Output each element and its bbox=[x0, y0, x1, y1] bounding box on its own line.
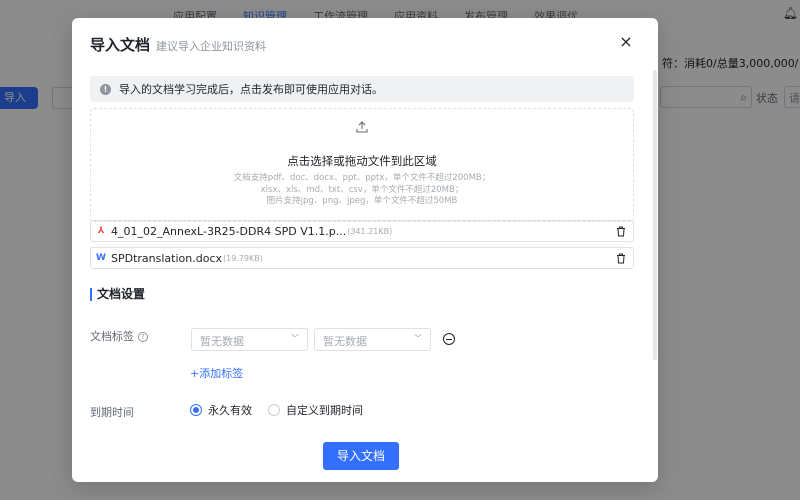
upload-hint-line: 文档支持pdf、doc、docx、ppt、pptx，单个文件不超过200MB； bbox=[233, 173, 491, 183]
file-size: (19.79KB) bbox=[223, 253, 263, 263]
modal-title: 导入文档 bbox=[90, 36, 151, 54]
expire-radio-group: 永久有效 自定义到期时间 bbox=[190, 402, 379, 418]
upload-dropzone[interactable]: 点击选择或拖动文件到此区域 文档支持pdf、doc、docx、ppt、pptx，… bbox=[90, 108, 634, 222]
tag-select-1[interactable]: 暂无数据 ﹀ bbox=[191, 328, 308, 351]
expire-label: 到期时间 bbox=[90, 406, 134, 419]
upload-hint-line: xlsx、xls、md、txt、csv，单个文件不超过20MB； bbox=[260, 184, 464, 195]
radio-label: 自定义到期时间 bbox=[286, 404, 363, 417]
modal-header: 导入文档 建议导入企业知识资料 bbox=[90, 34, 266, 55]
radio-dot[interactable] bbox=[190, 404, 202, 416]
file-size: (341.21KB) bbox=[347, 226, 393, 236]
close-icon[interactable]: × bbox=[618, 34, 634, 50]
section-title: 文档设置 bbox=[90, 288, 145, 301]
radio-label: 永久有效 bbox=[208, 404, 252, 417]
file-name: 4_01_02_AnnexL-3R25-DDR4 SPD V1.1.p... bbox=[111, 224, 347, 238]
trash-icon[interactable] bbox=[616, 253, 626, 264]
radio-permanent[interactable]: 永久有效 bbox=[190, 402, 252, 418]
tag-select-1-value: 暂无数据 bbox=[200, 335, 244, 348]
file-name: SPDtranslation.docx bbox=[111, 251, 222, 265]
chevron-down-icon: ﹀ bbox=[414, 334, 422, 343]
add-tag-link[interactable]: +添加标签 bbox=[190, 365, 243, 381]
upload-icon bbox=[356, 121, 368, 133]
info-icon: ! bbox=[100, 83, 111, 95]
upload-title: 点击选择或拖动文件到此区域 bbox=[287, 154, 437, 168]
import-document-button[interactable]: 导入文档 bbox=[323, 442, 399, 470]
help-icon[interactable]: ? bbox=[138, 332, 148, 342]
notice-text: 导入的文档学习完成后，点击发布即可使用应用对话。 bbox=[119, 83, 383, 96]
file-row: W SPDtranslation.docx (19.79KB) bbox=[90, 247, 634, 269]
radio-custom-expire[interactable]: 自定义到期时间 bbox=[268, 402, 363, 418]
info-notice: ! 导入的文档学习完成后，点击发布即可使用应用对话。 bbox=[90, 76, 634, 102]
tag-select-2[interactable]: 暂无数据 ﹀ bbox=[314, 328, 431, 351]
import-document-modal: 导入文档 建议导入企业知识资料 × ! 导入的文档学习完成后，点击发布即可使用应… bbox=[72, 18, 658, 482]
chevron-down-icon: ﹀ bbox=[291, 334, 299, 343]
word-icon: W bbox=[96, 253, 106, 263]
tags-label: 文档标签? bbox=[90, 328, 148, 344]
trash-icon[interactable] bbox=[616, 226, 626, 237]
file-row: ⅄ 4_01_02_AnnexL-3R25-DDR4 SPD V1.1.p...… bbox=[90, 220, 634, 242]
pdf-icon: ⅄ bbox=[97, 226, 105, 236]
upload-hint: 文档支持pdf、doc、docx、ppt、pptx，单个文件不超过200MB； … bbox=[91, 173, 633, 208]
tag-select-2-value: 暂无数据 bbox=[323, 335, 367, 348]
upload-hint-line: 图片支持jpg、png、jpeg，单个文件不超过50MB bbox=[266, 196, 458, 206]
radio-dot[interactable] bbox=[268, 404, 280, 416]
tags-label-text: 文档标签 bbox=[90, 330, 134, 343]
modal-subtitle: 建议导入企业知识资料 bbox=[156, 40, 267, 53]
modal-scrollbar[interactable] bbox=[653, 70, 657, 360]
remove-tag-icon[interactable] bbox=[443, 333, 455, 345]
